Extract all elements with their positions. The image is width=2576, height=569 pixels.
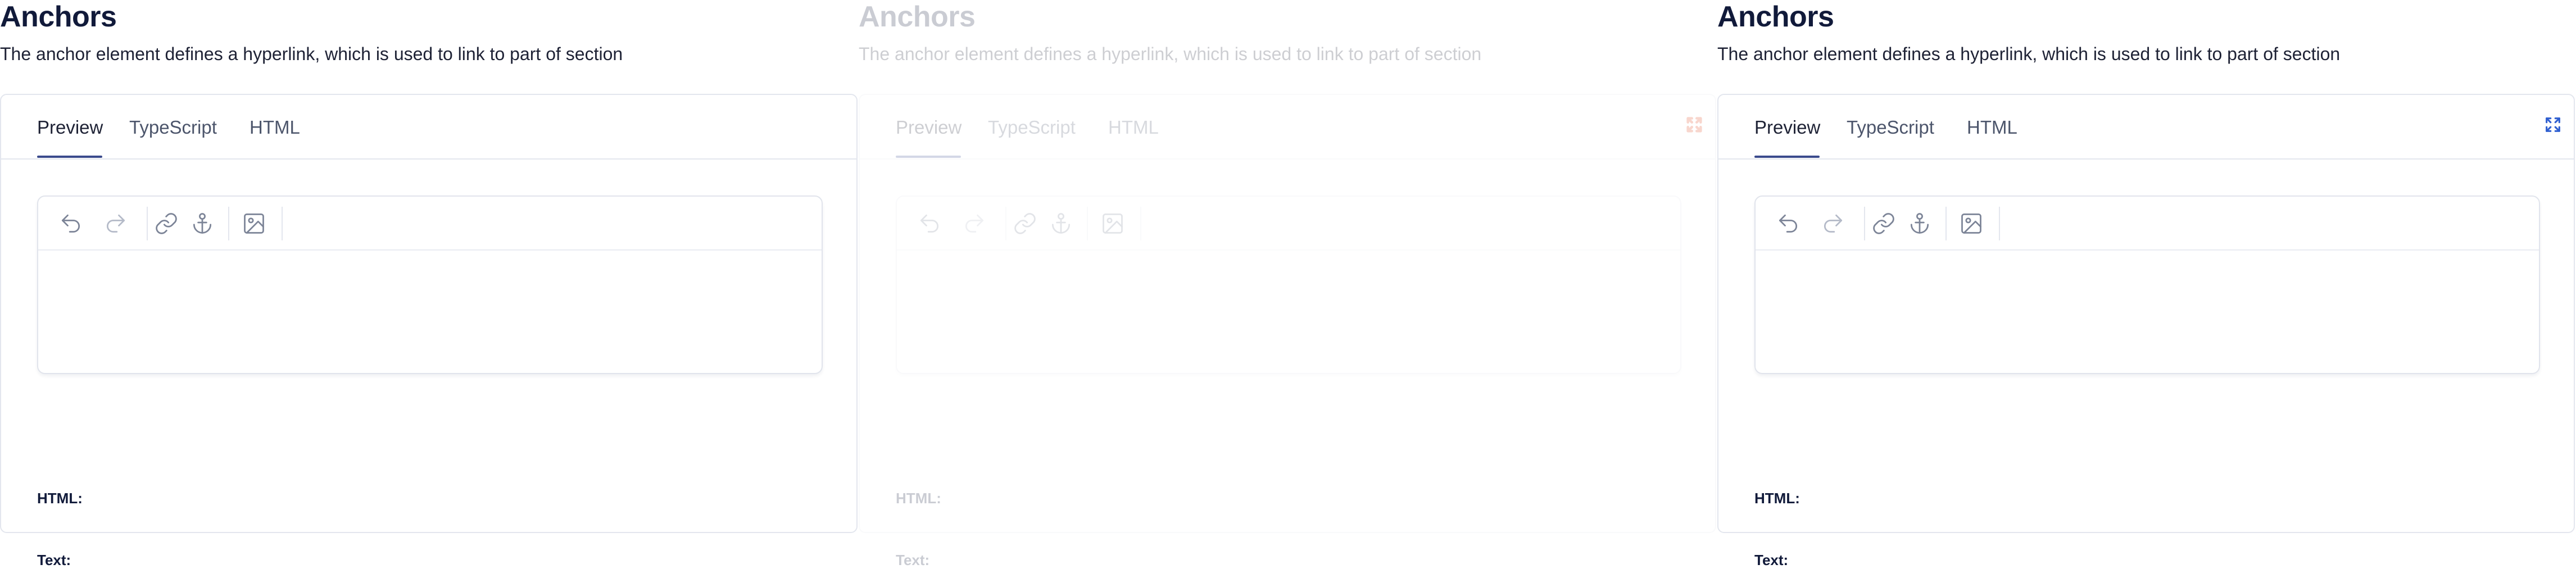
tab-preview[interactable]: Preview xyxy=(896,115,962,140)
image-icon[interactable] xyxy=(1100,211,1125,236)
html-output: HTML: xyxy=(896,489,941,507)
section-description: The anchor element defines a hyperlink, … xyxy=(859,44,1482,64)
anchors-demo-panel-1: Anchors The anchor element defines a hyp… xyxy=(0,0,859,568)
anchor-icon[interactable] xyxy=(190,211,215,236)
anchor-icon[interactable] xyxy=(1049,211,1073,236)
text-output: Text: xyxy=(1754,551,1788,569)
screenshot-stage: Anchors The anchor element defines a hyp… xyxy=(0,0,2576,568)
editor-content-area[interactable] xyxy=(38,251,822,373)
anchors-demo-panel-3: Anchors The anchor element defines a hyp… xyxy=(1717,0,2576,568)
section-description: The anchor element defines a hyperlink, … xyxy=(0,44,623,64)
text-output-label: Text: xyxy=(896,552,930,568)
active-tab-indicator xyxy=(1754,156,1820,158)
html-output-label: HTML: xyxy=(37,490,83,507)
undo-icon[interactable] xyxy=(917,211,942,236)
rich-text-editor xyxy=(37,195,823,374)
tab-typescript[interactable]: TypeScript xyxy=(1847,115,1934,140)
link-icon[interactable] xyxy=(1013,211,1037,236)
section-title: Anchors xyxy=(0,1,117,33)
editor-content-area[interactable] xyxy=(897,251,1680,373)
link-icon[interactable] xyxy=(154,211,179,236)
image-icon[interactable] xyxy=(242,211,266,236)
rich-text-editor xyxy=(896,195,1681,374)
anchor-icon[interactable] xyxy=(1907,211,1932,236)
text-output: Text: xyxy=(37,551,71,569)
toolbar-divider xyxy=(282,207,283,240)
tab-typescript[interactable]: TypeScript xyxy=(129,115,217,140)
example-card: Preview TypeScript HTML HTML: Text: xyxy=(0,94,858,568)
html-output-label: HTML: xyxy=(896,490,941,507)
editor-content-area[interactable] xyxy=(1756,251,2539,373)
redo-icon[interactable] xyxy=(1821,211,1845,236)
undo-icon[interactable] xyxy=(1776,211,1801,236)
link-icon[interactable] xyxy=(1871,211,1896,236)
editor-toolbar xyxy=(1756,197,2539,251)
example-card: Preview TypeScript HTML HTML: Text: xyxy=(859,94,1716,568)
active-tab-indicator xyxy=(37,156,102,158)
html-output-label: HTML: xyxy=(1754,490,1800,507)
text-output: Text: xyxy=(896,551,929,569)
tab-bar: Preview TypeScript HTML xyxy=(860,95,1715,160)
undo-icon[interactable] xyxy=(58,211,83,236)
text-output-label: Text: xyxy=(1754,552,1789,568)
text-output-label: Text: xyxy=(37,552,71,568)
toolbar-divider xyxy=(147,207,148,240)
toolbar-divider xyxy=(1140,207,1141,240)
example-card: Preview TypeScript HTML HTML: Text: xyxy=(1717,94,2575,568)
fullscreen-expand-icon[interactable] xyxy=(2543,115,2563,134)
anchors-demo-panel-2: Anchors The anchor element defines a hyp… xyxy=(859,0,1717,568)
rich-text-editor xyxy=(1754,195,2540,374)
toolbar-divider xyxy=(1945,207,1947,240)
tab-preview[interactable]: Preview xyxy=(1754,115,1820,140)
image-icon[interactable] xyxy=(1959,211,1984,236)
section-title: Anchors xyxy=(859,1,976,33)
section-title: Anchors xyxy=(1717,1,1834,33)
toolbar-divider xyxy=(1999,207,2000,240)
toolbar-divider xyxy=(1864,207,1865,240)
active-tab-indicator xyxy=(896,156,961,158)
tab-bar: Preview TypeScript HTML xyxy=(1718,95,2574,160)
html-output: HTML: xyxy=(37,489,83,507)
fullscreen-expand-icon[interactable] xyxy=(1685,115,1704,134)
toolbar-divider xyxy=(1005,207,1006,240)
section-description: The anchor element defines a hyperlink, … xyxy=(1717,44,2341,64)
toolbar-divider xyxy=(228,207,229,240)
redo-icon[interactable] xyxy=(962,211,987,236)
editor-toolbar xyxy=(38,197,822,251)
tab-html[interactable]: HTML xyxy=(250,115,300,140)
tab-html[interactable]: HTML xyxy=(1108,115,1159,140)
tab-html[interactable]: HTML xyxy=(1967,115,2017,140)
editor-toolbar xyxy=(897,197,1680,251)
tab-preview[interactable]: Preview xyxy=(37,115,103,140)
toolbar-divider xyxy=(1087,207,1088,240)
tab-typescript[interactable]: TypeScript xyxy=(988,115,1076,140)
tab-bar: Preview TypeScript HTML xyxy=(1,95,856,160)
html-output: HTML: xyxy=(1754,489,1800,507)
redo-icon[interactable] xyxy=(103,211,128,236)
